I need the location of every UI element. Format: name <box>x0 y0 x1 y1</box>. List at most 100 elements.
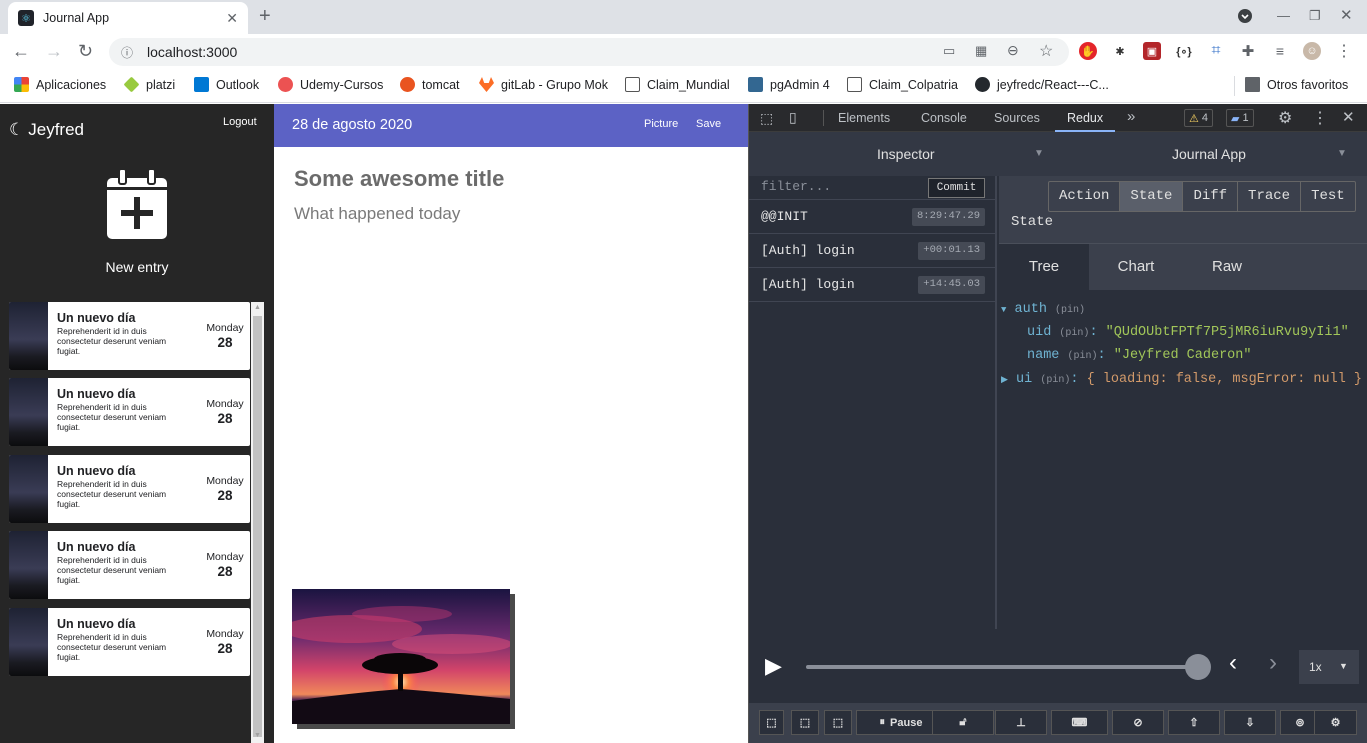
bookmark-item[interactable]: jeyfredc/React---C... <box>975 77 1109 92</box>
scroll-up-arrow-icon[interactable]: ▲ <box>254 304 261 311</box>
bookmark-star-icon[interactable]: ☆ <box>1039 41 1053 61</box>
more-tabs-icon[interactable]: » <box>1127 108 1135 125</box>
keyboard-icon[interactable]: ⌨ <box>1051 710 1108 735</box>
collapsed-arrow-icon[interactable]: ▶ <box>1001 375 1008 385</box>
tab-search-icon[interactable] <box>1237 8 1253 27</box>
profile-avatar[interactable]: ☺ <box>1303 42 1321 60</box>
inspector-monitor-icon[interactable]: ⬚ <box>791 710 819 735</box>
pin-icon[interactable]: ⊥ <box>995 710 1047 735</box>
cast-icon[interactable]: ▭ <box>943 43 955 59</box>
monitor-dropdown-icon[interactable]: ▼ <box>1034 148 1044 159</box>
scrollbar-thumb[interactable] <box>253 316 262 737</box>
picture-button[interactable]: Picture <box>644 118 678 130</box>
action-item[interactable]: @@INIT 8:29:47.29 <box>749 200 997 234</box>
tab-state[interactable]: State <box>1119 182 1183 211</box>
play-icon[interactable]: ▶ <box>765 653 782 679</box>
close-tab-icon[interactable]: ✕ <box>226 10 238 27</box>
site-info-icon[interactable]: ⓘ <box>121 44 133 61</box>
devtools-menu-icon[interactable]: ⋮ <box>1312 108 1328 128</box>
back-button[interactable]: ← <box>12 41 30 62</box>
bug-extension-icon[interactable]: ✱ <box>1111 42 1129 60</box>
tree-node-ui[interactable]: ▶ ui (pin): { loading: false, msgError: … <box>1001 372 1362 387</box>
monitor-select[interactable]: Inspector <box>877 146 935 162</box>
scroll-down-arrow-icon[interactable]: ▼ <box>254 732 261 739</box>
tab-console[interactable]: Console <box>921 111 967 125</box>
new-entry-button[interactable]: New entry <box>0 168 274 275</box>
pin-label[interactable]: (pin) <box>1059 328 1089 339</box>
entries-scrollbar[interactable]: ▲ ▼ <box>251 302 264 743</box>
address-bar[interactable]: ⓘ localhost:3000 ▭ ▦ ⊖ ☆ <box>109 38 1069 66</box>
new-tab-button[interactable]: + <box>259 5 271 28</box>
journal-entry[interactable]: Un nuevo día Reprehenderit id in duis co… <box>9 378 250 446</box>
action-item[interactable]: [Auth] login +00:01.13 <box>749 234 997 268</box>
apps-icon[interactable]: ▦ <box>975 43 987 59</box>
slider-track[interactable] <box>806 665 1198 669</box>
messages-badge[interactable]: ▰ 1 <box>1226 109 1254 127</box>
pin-label[interactable]: (pin) <box>1068 351 1098 362</box>
log-monitor-icon[interactable]: ⬚ <box>759 710 784 735</box>
inspect-element-icon[interactable]: ⬚ <box>760 110 773 127</box>
import-icon[interactable]: ⇩ <box>1224 710 1276 735</box>
browser-tab[interactable]: ⚛ Journal App ✕ <box>8 2 248 34</box>
bookmark-item[interactable]: tomcat <box>400 77 460 92</box>
pin-label[interactable]: (pin) <box>1055 305 1085 316</box>
extensions-puzzle-icon[interactable]: ✚ <box>1239 42 1257 60</box>
persist-icon[interactable]: ⊘ <box>1112 710 1164 735</box>
warnings-badge[interactable]: ⚠ 4 <box>1184 109 1213 127</box>
bookmark-item[interactable]: Claim_Colpatria <box>847 77 958 92</box>
next-step-icon[interactable]: › <box>1269 649 1277 677</box>
window-close-button[interactable]: ✕ <box>1340 6 1353 24</box>
tab-chart[interactable]: Chart <box>1091 244 1181 290</box>
lock-icon[interactable]: 🔓︎ <box>932 710 994 735</box>
action-item[interactable]: [Auth] login +14:45.03 <box>749 268 997 302</box>
export-icon[interactable]: ⇧ <box>1168 710 1220 735</box>
bookmark-item[interactable]: Aplicaciones <box>14 77 106 92</box>
json-extension-icon[interactable]: {∘} <box>1175 42 1193 60</box>
logout-button[interactable]: Logout <box>223 116 257 128</box>
save-button[interactable]: Save <box>696 118 721 130</box>
tab-diff[interactable]: Diff <box>1182 182 1237 211</box>
bookmark-item[interactable]: Outlook <box>194 77 259 92</box>
tab-action[interactable]: Action <box>1049 182 1119 211</box>
expanded-arrow-icon[interactable]: ▼ <box>1001 305 1006 315</box>
bookmark-item[interactable]: pgAdmin 4 <box>748 77 830 92</box>
device-toolbar-icon[interactable]: ▯ <box>789 109 797 126</box>
tab-tree[interactable]: Tree <box>999 244 1089 290</box>
action-filter[interactable]: filter... Commit <box>749 176 997 200</box>
redux-settings-icon[interactable]: ⚙ <box>1314 710 1357 735</box>
previous-step-icon[interactable]: ‹ <box>1229 649 1237 677</box>
bookmark-item[interactable]: platzi <box>123 76 175 93</box>
note-title-input[interactable]: Some awesome title <box>294 166 504 192</box>
extension-icon[interactable]: ▣ <box>1143 42 1161 60</box>
pin-label[interactable]: (pin) <box>1040 375 1070 386</box>
devtools-settings-icon[interactable]: ⚙ <box>1278 108 1292 128</box>
tab-raw[interactable]: Raw <box>1182 244 1272 290</box>
instance-select[interactable]: Journal App <box>1172 146 1246 162</box>
maximize-button[interactable]: ❐ <box>1309 8 1321 24</box>
tree-node-auth[interactable]: ▼ auth (pin) <box>1001 302 1085 317</box>
journal-entry[interactable]: Un nuevo día Reprehenderit id in duis co… <box>9 608 250 676</box>
tab-redux[interactable]: Redux <box>1054 111 1116 132</box>
journal-entry[interactable]: Un nuevo día Reprehenderit id in duis co… <box>9 302 250 370</box>
reload-button[interactable]: ↻ <box>78 41 93 62</box>
tab-sources[interactable]: Sources <box>994 111 1040 125</box>
slider-knob[interactable] <box>1185 654 1211 680</box>
bookmark-item[interactable]: Claim_Mundial <box>625 77 730 92</box>
minimize-button[interactable]: — <box>1277 8 1290 23</box>
journal-entry[interactable]: Un nuevo día Reprehenderit id in duis co… <box>9 455 250 523</box>
devtools-close-icon[interactable]: ✕ <box>1342 108 1355 126</box>
filter-input[interactable]: filter... <box>761 179 831 194</box>
zoom-icon[interactable]: ⊖ <box>1007 42 1019 59</box>
tab-test[interactable]: Test <box>1300 182 1355 211</box>
forward-button[interactable]: → <box>45 41 63 62</box>
reading-list-icon[interactable]: ≡ <box>1271 42 1289 60</box>
journal-entry[interactable]: Un nuevo día Reprehenderit id in duis co… <box>9 531 250 599</box>
grid-extension-icon[interactable]: ⌗ <box>1207 42 1225 60</box>
bookmark-item[interactable]: Udemy-Cursos <box>278 77 383 92</box>
adblock-extension-icon[interactable]: ✋ <box>1079 42 1097 60</box>
browser-menu-icon[interactable]: ⋮ <box>1335 42 1353 60</box>
chart-monitor-icon[interactable]: ⬚ <box>824 710 852 735</box>
instance-dropdown-icon[interactable]: ▼ <box>1337 148 1347 159</box>
tab-elements[interactable]: Elements <box>838 111 890 125</box>
commit-button[interactable]: Commit <box>928 178 985 198</box>
